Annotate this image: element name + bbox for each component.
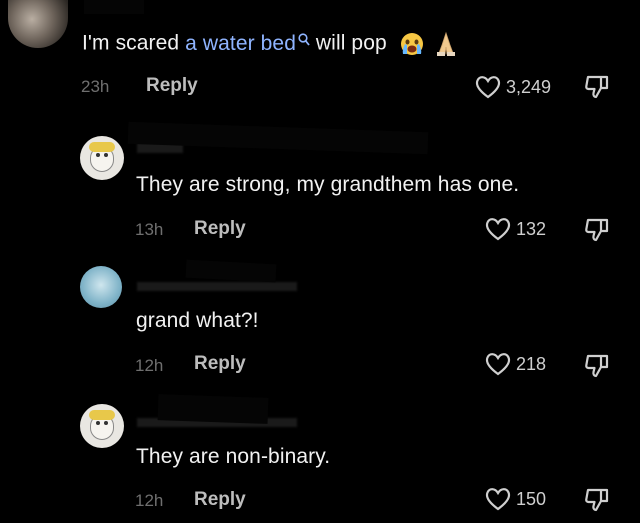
like-count: 3,249 <box>506 76 552 97</box>
crying-face-emoji-icon <box>399 32 425 56</box>
dislike-button[interactable] <box>583 486 611 514</box>
heart-outline-icon <box>474 74 502 100</box>
username-redacted <box>137 282 297 291</box>
reply-button[interactable]: Reply <box>194 353 246 375</box>
folded-hands-emoji-icon <box>433 31 459 57</box>
heart-outline-icon <box>484 216 512 242</box>
comment-text-end: will pop <box>309 31 387 55</box>
username-redaction-bar <box>157 394 269 424</box>
reply-button[interactable]: Reply <box>194 218 246 240</box>
avatar[interactable] <box>80 136 124 180</box>
like-count: 150 <box>516 488 547 509</box>
timestamp: 12h <box>135 356 164 375</box>
avatar[interactable] <box>80 266 122 308</box>
username-redaction-bar <box>185 259 277 283</box>
reply-button[interactable]: Reply <box>146 75 198 97</box>
like-count: 218 <box>516 353 547 374</box>
like-count: 132 <box>516 218 547 239</box>
avatar[interactable] <box>80 404 124 448</box>
timestamp: 12h <box>135 491 164 510</box>
dislike-button[interactable] <box>583 352 611 380</box>
like-button[interactable]: 150 <box>484 486 546 512</box>
dislike-button[interactable] <box>583 216 611 244</box>
avatar[interactable] <box>8 0 68 48</box>
comment-text: I'm scared a water bed will pop <box>82 31 459 57</box>
heart-outline-icon <box>484 486 512 512</box>
search-link-label: a water bed <box>185 31 296 55</box>
username-redacted <box>84 0 144 14</box>
timestamp: 23h <box>81 77 110 96</box>
comment-text: grand what?! <box>136 309 259 332</box>
reply-button[interactable]: Reply <box>194 489 246 511</box>
comment-text: They are strong, my grandthem has one. <box>136 173 520 196</box>
like-button[interactable]: 218 <box>484 351 546 377</box>
comment-text: They are non-binary. <box>136 445 331 468</box>
thumbs-down-icon <box>583 216 611 244</box>
thumbs-down-icon <box>583 73 611 101</box>
comment-text-start: I'm scared <box>82 31 186 55</box>
timestamp: 13h <box>135 220 164 239</box>
like-button[interactable]: 132 <box>484 216 546 242</box>
search-icon <box>298 33 310 47</box>
heart-outline-icon <box>484 351 512 377</box>
thumbs-down-icon <box>583 352 611 380</box>
thumbs-down-icon <box>583 486 611 514</box>
dislike-button[interactable] <box>583 73 611 101</box>
like-button[interactable]: 3,249 <box>474 74 551 100</box>
search-link[interactable]: a water bed <box>185 32 310 55</box>
